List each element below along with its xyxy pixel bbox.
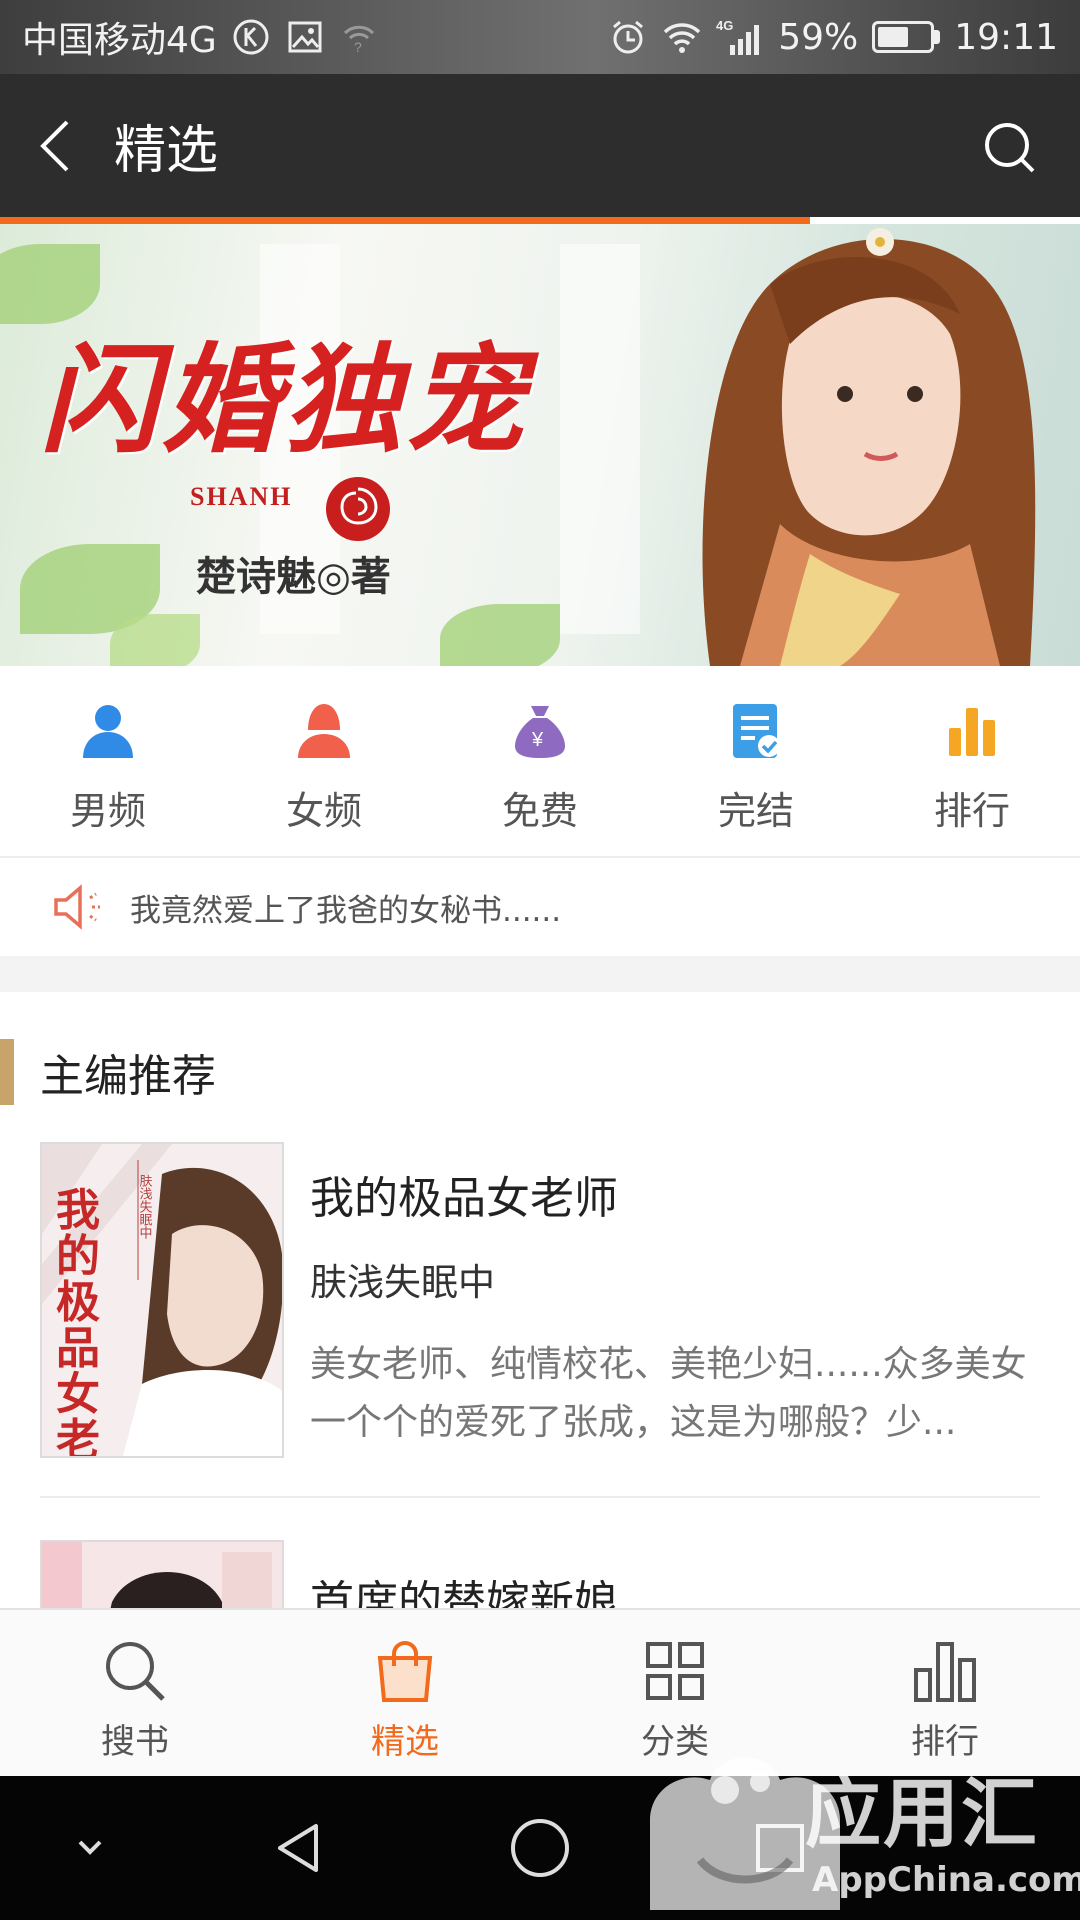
book-title[interactable]: 我的极品女老师	[310, 1162, 1040, 1226]
app-bar: 精选	[0, 74, 1080, 217]
category-ranking[interactable]: 排行	[864, 666, 1080, 856]
category-male[interactable]: 男频	[0, 666, 216, 856]
leaf-decoration	[110, 614, 200, 666]
wifi-icon	[662, 17, 702, 57]
tab-label: 搜书	[101, 1722, 169, 1762]
carrier-label: 中国移动4G	[22, 20, 217, 61]
completed-doc-icon	[725, 700, 787, 762]
svg-text:?: ?	[354, 39, 362, 55]
page-title: 精选	[114, 121, 219, 181]
window-decoration	[560, 244, 640, 634]
chevron-down-icon	[78, 1840, 102, 1855]
announcement-text: 我竟然爱上了我爸的女秘书......	[130, 892, 562, 929]
banner-author: 楚诗魅◎著	[196, 553, 391, 600]
battery-icon	[872, 21, 941, 53]
banner-illustration	[702, 228, 1036, 666]
list-divider	[40, 1496, 1040, 1498]
watermark-text: 应用汇	[805, 1769, 1039, 1858]
svg-text:¥: ¥	[531, 729, 544, 751]
tab-label: 精选	[371, 1722, 439, 1762]
section-title: 主编推荐	[40, 1051, 216, 1102]
money-bag-icon: ¥	[509, 700, 571, 762]
nav-collapse-button[interactable]	[54, 1812, 126, 1884]
book-cover[interactable]	[40, 1540, 284, 1608]
network-type-label: 4G	[716, 18, 733, 33]
female-user-icon	[293, 700, 355, 762]
tab-search-books[interactable]: 搜书	[0, 1610, 270, 1776]
book-item-clip: 首席的替嫁新娘	[0, 1538, 1080, 1608]
category-row: 男频 女频 ¥ 免费 完结 排行	[0, 666, 1080, 858]
book-title[interactable]: 首席的替嫁新娘	[310, 1566, 1040, 1608]
battery-percent: 59%	[778, 16, 859, 58]
book-info: 我的极品女老师 肤浅失眠中 美女老师、纯情校花、美艳少妇......众多美女一个…	[310, 1162, 1040, 1452]
cover-author-text: 肤浅失眠中	[137, 1174, 153, 1239]
k-icon	[231, 17, 271, 57]
watermark-subtext: AppChina.com	[812, 1860, 1080, 1900]
announcement-bar[interactable]: 我竟然爱上了我爸的女秘书......	[0, 858, 1080, 956]
category-female[interactable]: 女频	[216, 666, 432, 856]
tab-featured[interactable]: 精选	[270, 1610, 540, 1776]
triangle-back-icon	[278, 1824, 318, 1872]
nav-back-button[interactable]	[264, 1812, 336, 1884]
category-label: 男频	[69, 789, 146, 833]
category-free[interactable]: ¥ 免费	[432, 666, 648, 856]
back-button[interactable]	[0, 74, 110, 217]
grid-icon	[646, 1642, 704, 1700]
section-header: 主编推荐	[0, 1036, 216, 1108]
alarm-icon	[608, 17, 648, 57]
promo-banner[interactable]: 闪婚独宠 SHANH 楚诗魅◎著	[0, 224, 1080, 666]
nav-home-button[interactable]	[504, 1812, 576, 1884]
rose-icon	[326, 477, 390, 541]
image-icon	[285, 17, 325, 57]
circle-home-icon	[511, 1819, 569, 1877]
shopping-bag-icon	[377, 1641, 433, 1702]
male-user-icon	[77, 700, 139, 762]
book-description: 美女老师、纯情校花、美艳少妇......众多美女一个个的爱死了张成，这是为哪般？…	[310, 1344, 1027, 1443]
chevron-left-icon	[40, 120, 69, 171]
section-accent-bar	[0, 1039, 14, 1105]
category-label: 完结	[717, 789, 794, 833]
search-icon	[985, 123, 1035, 173]
banner-title: 闪婚独宠	[40, 330, 529, 469]
leaf-decoration	[440, 604, 560, 666]
ranking-bars-icon	[941, 700, 1003, 762]
book-cover-art	[42, 1542, 282, 1608]
cover-title-text: 我的极品女老师	[56, 1185, 100, 1458]
section-gap	[0, 956, 1080, 992]
category-completed[interactable]: 完结	[648, 666, 864, 856]
book-author: 肤浅失眠中	[310, 1261, 495, 1304]
book-info: 首席的替嫁新娘	[310, 1566, 1040, 1608]
banner-subtitle: SHANH	[190, 482, 293, 511]
bar-chart-icon	[914, 1642, 976, 1702]
status-left: 中国移动4G ?	[22, 11, 379, 63]
search-button[interactable]	[970, 108, 1050, 188]
book-cover[interactable]: 肤浅失眠中 我的极品女老师	[40, 1142, 284, 1458]
page-load-progress	[0, 217, 810, 224]
book-item[interactable]: 肤浅失眠中 我的极品女老师 我的极品女老师 肤浅失眠中 美女老师、纯情校花、美艳…	[40, 1142, 1040, 1462]
book-item[interactable]: 首席的替嫁新娘	[40, 1540, 1040, 1608]
wifi-question-icon: ?	[339, 17, 379, 57]
speaker-icon	[54, 884, 100, 930]
status-right: 4G 59% 19:11	[608, 17, 1058, 58]
category-label: 排行	[933, 789, 1010, 833]
category-label: 女频	[285, 789, 362, 833]
category-label: 免费	[501, 789, 578, 833]
status-bar: 中国移动4G ? 4G 59% 19:11	[0, 0, 1080, 74]
signal-icon: 4G	[716, 17, 764, 57]
clock: 19:11	[954, 16, 1058, 58]
search-icon	[106, 1642, 165, 1701]
